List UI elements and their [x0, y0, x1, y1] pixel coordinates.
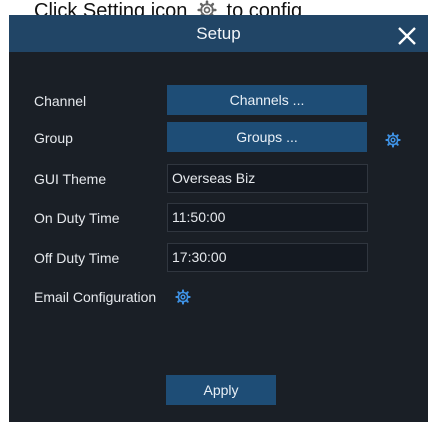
off-duty-time-field[interactable]: 17:30:00 [167, 243, 368, 272]
groups-button[interactable]: Groups ... [167, 122, 367, 152]
group-label: Group [34, 130, 73, 146]
channel-label: Channel [34, 93, 87, 109]
dialog-titlebar: Setup [9, 15, 428, 52]
apply-button[interactable]: Apply [166, 375, 276, 405]
group-gear-icon[interactable] [385, 132, 401, 148]
setup-dialog: Setup Channel Channels ... Group Groups … [9, 15, 428, 422]
email-gear-icon[interactable] [175, 289, 191, 305]
off-duty-time-label: Off Duty Time [34, 250, 120, 266]
close-button[interactable] [390, 17, 424, 51]
email-configuration-label: Email Configuration [34, 289, 157, 305]
on-duty-time-field[interactable]: 11:50:00 [167, 203, 368, 232]
dialog-title: Setup [196, 24, 241, 43]
channels-button[interactable]: Channels ... [167, 85, 367, 115]
gui-theme-select[interactable]: Overseas Biz [167, 164, 368, 193]
gui-theme-label: GUI Theme [34, 171, 107, 187]
on-duty-time-label: On Duty Time [34, 210, 120, 226]
close-icon [398, 27, 416, 45]
